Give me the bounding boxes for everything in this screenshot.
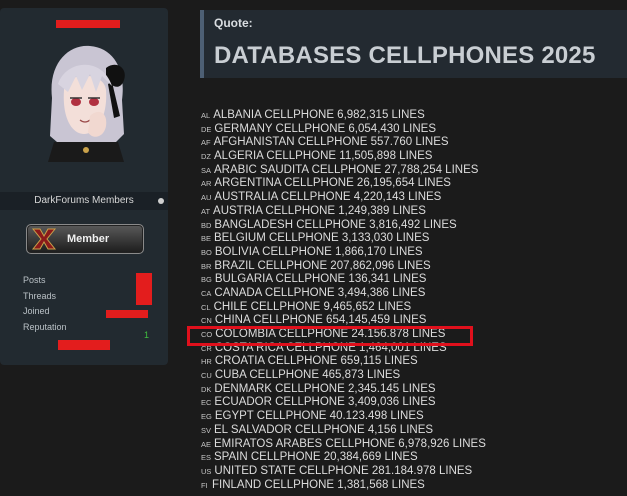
country-line-text: EMIRATOS ARABES CELLPHONE 6,978,926 LINE…	[214, 437, 486, 450]
joined-date-redaction	[106, 310, 148, 318]
user-avatar[interactable]	[44, 38, 128, 162]
country-code: ES	[201, 453, 212, 463]
country-line-text: AFGHANISTAN CELLPHONE 557.760 LINES	[213, 136, 449, 149]
country-code: BE	[201, 234, 212, 244]
country-line-text: AUSTRALIA CELLPHONE 4,220,143 LINES	[214, 191, 442, 204]
country-code: AU	[201, 193, 212, 203]
country-line-text: SPAIN CELLPHONE 20,384,669 LINES	[214, 451, 418, 464]
country-line-text: DENMARK CELLPHONE 2,345.145 LINES	[214, 382, 436, 395]
online-status-dot	[158, 198, 164, 204]
posts-label: Posts	[23, 275, 46, 285]
signature-redaction	[58, 340, 110, 350]
country-line-text: ARGENTINA CELLPHONE 26,195,654 LINES	[214, 177, 451, 190]
reputation-value[interactable]: 1	[144, 330, 149, 340]
list-item: AL ALBANIA CELLPHONE 6,982,315 LINES	[201, 109, 621, 123]
country-line-text: ECUADOR CELLPHONE 3,409,036 LINES	[214, 396, 436, 409]
country-code: AE	[201, 439, 212, 449]
quote-block: Quote: DATABASES CELLPHONES 2025	[200, 10, 627, 78]
country-line-text: ARABIC SAUDITA CELLPHONE 27,788,254 LINE…	[214, 163, 479, 176]
list-item: BD BANGLADESH CELLPHONE 3,816,492 LINES	[201, 219, 621, 233]
country-line-text: EGYPT CELLPHONE 40.123.498 LINES	[214, 410, 424, 423]
country-code: CU	[201, 371, 212, 381]
country-line-text: CUBA CELLPHONE 465,873 LINES	[214, 369, 401, 382]
country-code: BO	[201, 247, 212, 257]
country-line-text: BRAZIL CELLPHONE 207,862,096 LINES	[214, 259, 431, 272]
list-item: ES SPAIN CELLPHONE 20,384,669 LINES	[201, 451, 621, 465]
country-code: EG	[201, 412, 212, 422]
user-profile-panel: DarkForums Members Member Posts Threads …	[0, 8, 168, 365]
list-item: AR ARGENTINA CELLPHONE 26,195,654 LINES	[201, 177, 621, 191]
country-line-text: CHINA CELLPHONE 654,145,459 LINES	[214, 314, 427, 327]
country-code: AF	[201, 138, 211, 148]
list-item: AT AUSTRIA CELLPHONE 1,249,389 LINES	[201, 205, 621, 219]
country-line-text: FINLAND CELLPHONE 1,381,568 LINES	[212, 478, 425, 491]
country-line-text: CANADA CELLPHONE 3,494,386 LINES	[214, 286, 426, 299]
list-item: CU CUBA CELLPHONE 465,873 LINES	[201, 369, 621, 383]
list-item: AU AUSTRALIA CELLPHONE 4,220,143 LINES	[201, 191, 621, 205]
country-code: HR	[201, 357, 212, 367]
username-redaction	[56, 20, 120, 28]
list-item: BE BELGIUM CELLPHONE 3,133,030 LINES	[201, 232, 621, 246]
list-item: SA ARABIC SAUDITA CELLPHONE 27,788,254 LI…	[201, 164, 621, 178]
country-line-text: CROATIA CELLPHONE 659,115 LINES	[214, 355, 418, 368]
list-item: DE GERMANY CELLPHONE 6,054,430 LINES	[201, 123, 621, 137]
list-item: BG BULGARIA CELLPHONE 136,341 LINES	[201, 273, 621, 287]
list-item: CL CHILE CELLPHONE 9,465,652 LINES	[201, 301, 621, 315]
country-line-text: UNITED STATE CELLPHONE 281.184.978 LINES	[214, 464, 473, 477]
list-item: DZ ALGERIA CELLPHONE 11,505,898 LINES	[201, 150, 621, 164]
posts-threads-redaction	[136, 273, 152, 305]
country-line-text: BANGLADESH CELLPHONE 3,816,492 LINES	[214, 218, 457, 231]
country-code: DK	[201, 384, 212, 394]
list-item: US UNITED STATE CELLPHONE 281.184.978 LIN…	[201, 465, 621, 479]
list-item: HR CROATIA CELLPHONE 659,115 LINES	[201, 355, 621, 369]
country-code: SV	[201, 425, 212, 435]
country-line-text: ALGERIA CELLPHONE 11,505,898 LINES	[214, 150, 433, 163]
list-item: BO BOLIVIA CELLPHONE 1,866,170 LINES	[201, 246, 621, 260]
country-code: AL	[201, 111, 211, 120]
member-rank-badge: Member	[26, 224, 144, 254]
country-line-text: GERMANY CELLPHONE 6,054,430 LINES	[214, 122, 437, 135]
list-item: FI FINLAND CELLPHONE 1,381,568 LINES	[201, 479, 621, 493]
list-item: DK DENMARK CELLPHONE 2,345.145 LINES	[201, 383, 621, 397]
list-item: EC ECUADOR CELLPHONE 3,409,036 LINES	[201, 396, 621, 410]
quote-title: DATABASES CELLPHONES 2025	[214, 42, 596, 69]
country-line-text: EL SALVADOR CELLPHONE 4,156 LINES	[214, 423, 434, 436]
country-code: CA	[201, 288, 212, 298]
country-code: FI	[201, 480, 208, 490]
list-item: SV EL SALVADOR CELLPHONE 4,156 LINES	[201, 424, 621, 438]
country-code: US	[201, 466, 212, 476]
highlight-annotation-box	[187, 326, 473, 346]
joined-label: Joined	[23, 306, 50, 316]
country-code: BD	[201, 220, 212, 230]
quote-label: Quote:	[214, 16, 253, 30]
country-code: AT	[201, 206, 211, 216]
member-badge-label: Member	[67, 233, 110, 245]
x-logo-icon	[31, 228, 57, 250]
country-code: BR	[201, 261, 212, 271]
country-code: DE	[201, 124, 212, 134]
list-item: CA CANADA CELLPHONE 3,494,386 LINES	[201, 287, 621, 301]
country-code: SA	[201, 165, 212, 175]
country-line-text: BOLIVIA CELLPHONE 1,866,170 LINES	[214, 245, 423, 258]
list-item: AE EMIRATOS ARABES CELLPHONE 6,978,926 LI…	[201, 438, 621, 452]
country-code: BG	[201, 275, 212, 285]
reputation-label: Reputation	[23, 322, 67, 332]
list-item: BR BRAZIL CELLPHONE 207,862,096 LINES	[201, 260, 621, 274]
country-list: AL ALBANIA CELLPHONE 6,982,315 LINES DE GER…	[201, 109, 621, 492]
user-group-name: DarkForums Members	[34, 195, 134, 206]
user-group-row: DarkForums Members	[0, 192, 168, 210]
country-line-text: BELGIUM CELLPHONE 3,133,030 LINES	[214, 232, 430, 245]
country-code: CL	[201, 302, 211, 312]
country-code: DZ	[201, 152, 211, 162]
country-code: EC	[201, 398, 212, 408]
country-line-text: BULGARIA CELLPHONE 136,341 LINES	[214, 273, 427, 286]
country-line-text: CHILE CELLPHONE 9,465,652 LINES	[213, 300, 412, 313]
threads-label: Threads	[23, 291, 57, 301]
list-item: AF AFGHANISTAN CELLPHONE 557.760 LINES	[201, 136, 621, 150]
country-code: AR	[201, 179, 212, 189]
avatar-image	[44, 38, 128, 162]
country-line-text: ALBANIA CELLPHONE 6,982,315 LINES	[213, 109, 425, 121]
list-item: EG EGYPT CELLPHONE 40.123.498 LINES	[201, 410, 621, 424]
country-line-text: AUSTRIA CELLPHONE 1,249,389 LINES	[213, 204, 426, 217]
